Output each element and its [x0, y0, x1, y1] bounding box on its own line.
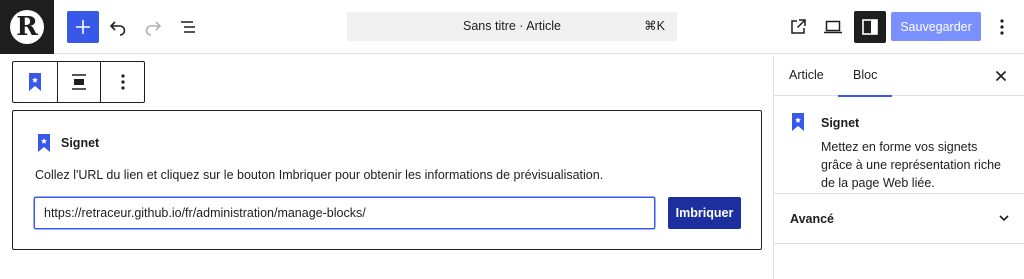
- options-menu-button[interactable]: [986, 11, 1018, 43]
- view-post-button[interactable]: [782, 11, 814, 43]
- document-title: Sans titre · Article: [463, 19, 561, 33]
- settings-toggle-button[interactable]: [854, 11, 886, 43]
- command-palette-bar[interactable]: Sans titre · Article ⌘K: [347, 12, 677, 41]
- sidebar-tabs: Article Bloc: [774, 55, 1024, 97]
- list-view-icon: [181, 21, 195, 33]
- external-link-icon: [791, 19, 806, 34]
- preview-button[interactable]: [817, 11, 849, 43]
- embed-button[interactable]: Imbriquer: [668, 197, 741, 229]
- block-options-button[interactable]: [101, 62, 144, 102]
- bookmark-icon: [29, 73, 41, 91]
- sidebar-icon: [862, 19, 878, 35]
- bookmark-placeholder: Signet Collez l'URL du lien et cliquez s…: [12, 110, 762, 250]
- advanced-panel-toggle[interactable]: Avancé: [774, 195, 1024, 244]
- align-center-icon: [72, 74, 86, 90]
- align-button[interactable]: [58, 62, 101, 102]
- block-card-title: Signet: [821, 116, 860, 130]
- desktop-icon: [824, 20, 842, 34]
- shortcut-hint: ⌘K: [644, 19, 665, 33]
- plus-icon: [76, 20, 90, 34]
- editor-header: R Sans titre · Article ⌘K Sauvegarder: [0, 0, 1024, 54]
- block-card: Signet Mettez en forme vos signets grâce…: [774, 97, 1024, 194]
- add-block-button[interactable]: [67, 11, 99, 43]
- editor-canvas: Signet Collez l'URL du lien et cliquez s…: [0, 55, 773, 279]
- more-vertical-icon: [1000, 19, 1004, 35]
- settings-sidebar: Article Bloc Signet Mettez en forme vos …: [773, 55, 1024, 279]
- logo-letter: R: [16, 12, 38, 42]
- tab-bloc[interactable]: Bloc: [838, 55, 893, 97]
- tab-article[interactable]: Article: [774, 55, 839, 96]
- advanced-label: Avancé: [790, 212, 835, 226]
- redo-icon: [145, 21, 162, 36]
- logo-badge: R: [10, 10, 44, 44]
- block-type-button[interactable]: [13, 62, 58, 102]
- url-input[interactable]: [34, 197, 655, 229]
- undo-icon: [109, 21, 126, 36]
- undo-button[interactable]: [102, 11, 134, 43]
- close-sidebar-button[interactable]: [985, 60, 1017, 92]
- placeholder-title: Signet: [61, 136, 100, 150]
- bookmark-icon: [792, 113, 804, 131]
- placeholder-header: Signet: [37, 133, 99, 153]
- document-overview-button[interactable]: [172, 11, 204, 43]
- placeholder-instructions: Collez l'URL du lien et cliquez sur le b…: [35, 168, 604, 182]
- more-vertical-icon: [120, 74, 125, 90]
- block-toolbar: [12, 61, 145, 103]
- chevron-down-icon: [999, 215, 1009, 222]
- save-button[interactable]: Sauvegarder: [891, 12, 981, 41]
- block-card-description: Mettez en forme vos signets grâce à une …: [821, 140, 1001, 190]
- site-logo[interactable]: R: [0, 0, 54, 54]
- close-icon: [995, 70, 1007, 82]
- bookmark-icon: [38, 134, 50, 152]
- redo-button[interactable]: [137, 11, 169, 43]
